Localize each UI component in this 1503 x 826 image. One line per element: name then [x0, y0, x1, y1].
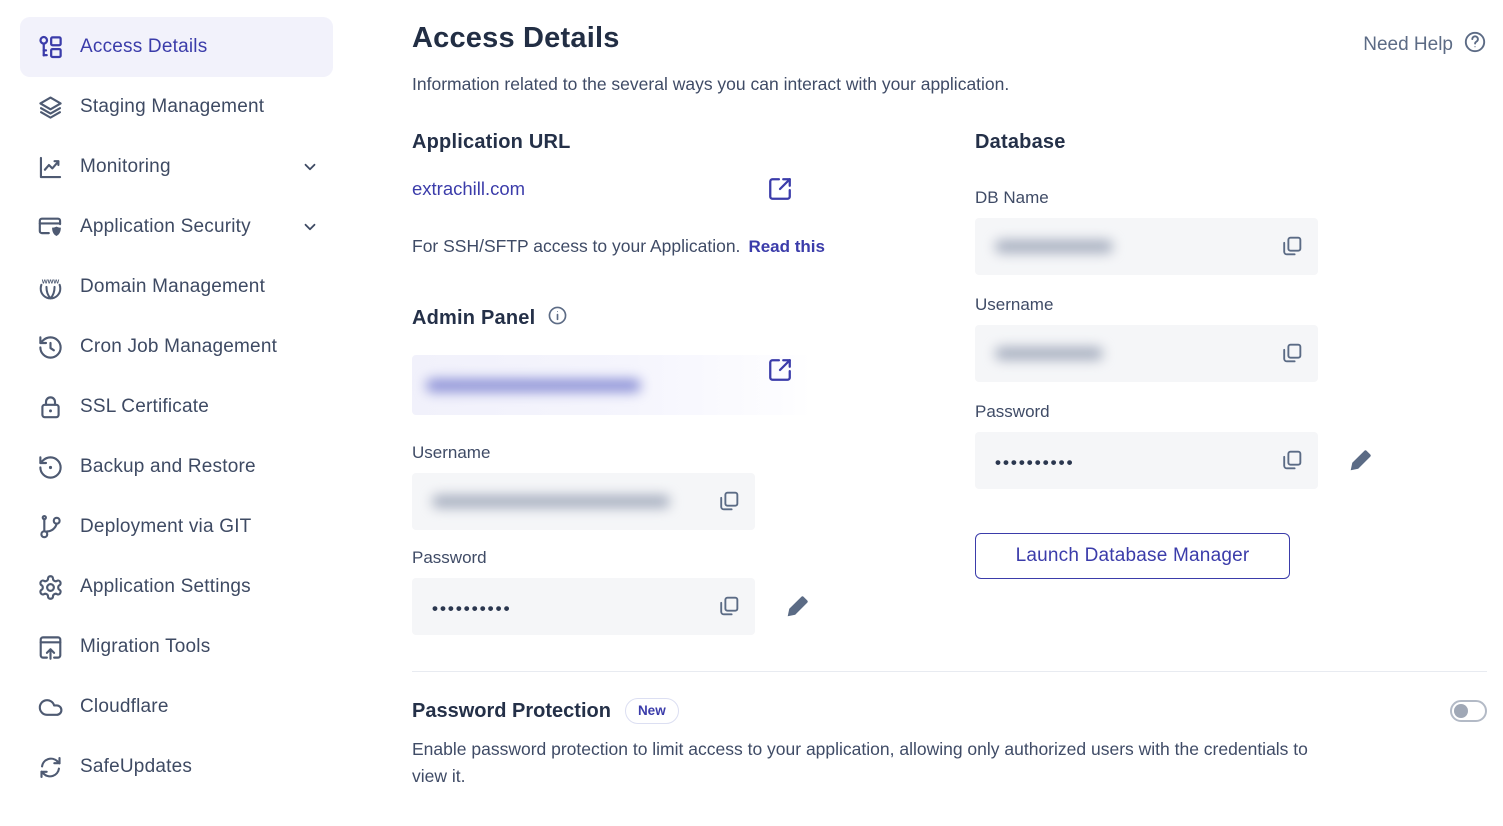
- sync-icon: [36, 753, 64, 781]
- blurred-db-name: [995, 240, 1113, 253]
- toggle-knob: [1454, 704, 1468, 718]
- db-password-label: Password: [975, 402, 1487, 422]
- admin-password-field: ••••••••••: [412, 578, 755, 635]
- question-circle-icon[interactable]: [1463, 30, 1487, 60]
- info-icon[interactable]: [547, 305, 568, 331]
- sidebar-item-label: Deployment via GIT: [80, 516, 252, 538]
- sidebar-item-label: Application Security: [80, 216, 251, 238]
- sidebar-item-deployment-via-git[interactable]: Deployment via GIT: [20, 497, 333, 557]
- db-password-field: ••••••••••: [975, 432, 1318, 489]
- copy-icon[interactable]: [716, 594, 741, 619]
- sidebar-item-domain-management[interactable]: www Domain Management: [20, 257, 333, 317]
- globe-www-icon: www: [36, 273, 64, 301]
- chevron-down-icon[interactable]: [301, 158, 319, 176]
- git-branch-icon: [36, 513, 64, 541]
- page-title: Access Details: [412, 22, 620, 55]
- sidebar-item-application-settings[interactable]: Application Settings: [20, 557, 333, 617]
- application-url-heading: Application URL: [412, 131, 895, 154]
- gear-icon: [36, 573, 64, 601]
- sidebar-item-cron-job-management[interactable]: Cron Job Management: [20, 317, 333, 377]
- sidebar-item-backup-and-restore[interactable]: Backup and Restore: [20, 437, 333, 497]
- password-protection-description: Enable password protection to limit acce…: [412, 736, 1317, 790]
- main-content: Access Details Need Help Information rel…: [356, 0, 1503, 826]
- sidebar-item-label: Migration Tools: [80, 636, 210, 658]
- restore-icon: [36, 453, 64, 481]
- copy-icon[interactable]: [1279, 234, 1304, 259]
- edit-pencil-icon[interactable]: [1348, 448, 1373, 473]
- copy-icon[interactable]: [1279, 448, 1304, 473]
- application-url-admin-column: Application URL extrachill.com For SSH/S…: [412, 131, 895, 635]
- external-link-icon[interactable]: [767, 357, 793, 388]
- need-help-label: Need Help: [1363, 34, 1453, 56]
- need-help-link[interactable]: Need Help: [1363, 30, 1487, 60]
- sidebar-item-label: Staging Management: [80, 96, 264, 118]
- section-divider: [412, 671, 1487, 672]
- sidebar-item-application-security[interactable]: Application Security: [20, 197, 333, 257]
- database-heading: Database: [975, 131, 1487, 154]
- sidebar-item-label: Cloudflare: [80, 696, 169, 718]
- svg-text:www: www: [40, 276, 59, 285]
- admin-username-label: Username: [412, 443, 895, 463]
- password-protection-toggle[interactable]: [1450, 700, 1487, 722]
- db-name-label: DB Name: [975, 188, 1487, 208]
- external-link-icon[interactable]: [767, 176, 793, 207]
- new-badge: New: [625, 698, 679, 724]
- sidebar-item-label: Domain Management: [80, 276, 265, 298]
- db-name-field: [975, 218, 1318, 275]
- line-chart-icon: [36, 153, 64, 181]
- history-clock-icon: [36, 333, 64, 361]
- page-subtitle: Information related to the several ways …: [412, 74, 1487, 95]
- sidebar: Access Details Staging Management Monito…: [0, 0, 356, 826]
- sidebar-item-label: Monitoring: [80, 156, 171, 178]
- admin-username-field: [412, 473, 755, 530]
- ssh-note: For SSH/SFTP access to your Application.: [412, 236, 740, 256]
- access-details-page: Access Details Staging Management Monito…: [0, 0, 1503, 826]
- blurred-admin-url: [426, 379, 641, 392]
- sidebar-item-staging-management[interactable]: Staging Management: [20, 77, 333, 137]
- sidebar-item-safeupdates[interactable]: SafeUpdates: [20, 737, 333, 797]
- masked-password: ••••••••••: [432, 599, 512, 619]
- admin-password-label: Password: [412, 548, 895, 568]
- blurred-db-username: [995, 347, 1103, 360]
- masked-password: ••••••••••: [995, 453, 1075, 473]
- edit-pencil-icon[interactable]: [785, 594, 810, 619]
- database-column: Database DB Name Username: [975, 131, 1487, 635]
- admin-panel-url-field[interactable]: [412, 355, 810, 415]
- sidebar-item-label: SSL Certificate: [80, 396, 209, 418]
- admin-panel-heading: Admin Panel: [412, 307, 535, 330]
- layers-icon: [36, 93, 64, 121]
- key-icon: [36, 33, 64, 61]
- db-username-field: [975, 325, 1318, 382]
- chevron-down-icon[interactable]: [301, 218, 319, 236]
- cloud-icon: [36, 693, 64, 721]
- sidebar-item-ssl-certificate[interactable]: SSL Certificate: [20, 377, 333, 437]
- sidebar-item-label: Backup and Restore: [80, 456, 256, 478]
- sidebar-item-label: Access Details: [80, 36, 207, 58]
- sidebar-item-label: Cron Job Management: [80, 336, 277, 358]
- sidebar-item-label: SafeUpdates: [80, 756, 192, 778]
- browser-shield-icon: [36, 213, 64, 241]
- read-this-link[interactable]: Read this: [748, 237, 825, 256]
- copy-icon[interactable]: [716, 489, 741, 514]
- sidebar-item-monitoring[interactable]: Monitoring: [20, 137, 333, 197]
- sidebar-item-migration-tools[interactable]: Migration Tools: [20, 617, 333, 677]
- lock-icon: [36, 393, 64, 421]
- sidebar-item-label: Application Settings: [80, 576, 251, 598]
- sidebar-item-cloudflare[interactable]: Cloudflare: [20, 677, 333, 737]
- db-username-label: Username: [975, 295, 1487, 315]
- sidebar-item-access-details[interactable]: Access Details: [20, 17, 333, 77]
- password-protection-heading: Password Protection: [412, 700, 611, 723]
- blurred-username: [432, 495, 670, 508]
- application-url-link[interactable]: extrachill.com: [412, 178, 525, 199]
- migration-icon: [36, 633, 64, 661]
- launch-database-manager-button[interactable]: Launch Database Manager: [975, 533, 1290, 579]
- copy-icon[interactable]: [1279, 341, 1304, 366]
